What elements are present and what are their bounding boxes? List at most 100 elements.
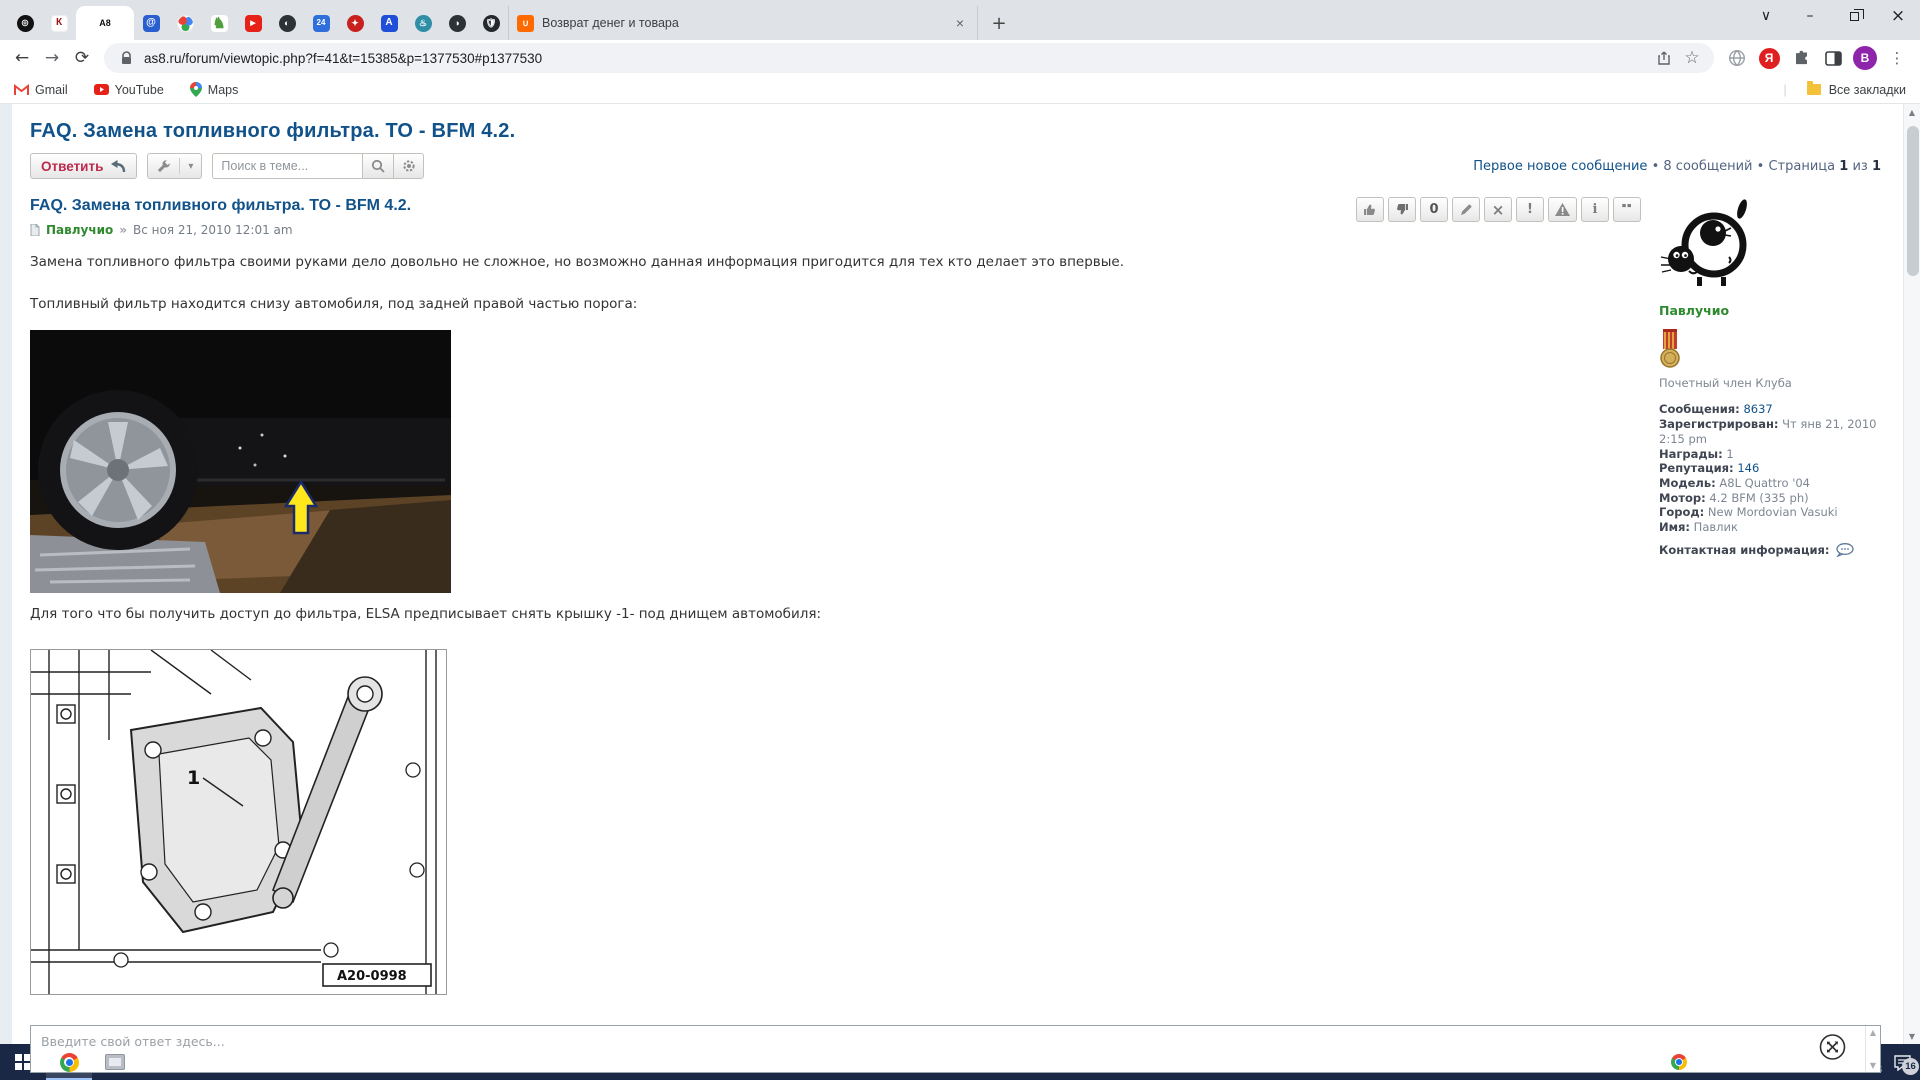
scrollbar-up-arrow[interactable]: ▲ bbox=[1904, 104, 1920, 120]
pinned-tab-globe-1[interactable]: ◐ bbox=[270, 6, 304, 40]
red-logo-icon: К bbox=[51, 15, 68, 32]
bookmark-youtube[interactable]: YouTube bbox=[94, 83, 164, 97]
post-info-button[interactable]: i bbox=[1581, 197, 1609, 222]
all-bookmarks[interactable]: | Все закладки bbox=[1783, 83, 1906, 97]
contact-info-row: Контактная информация: bbox=[1659, 543, 1887, 558]
pinned-tab-as8-active[interactable]: A8 bbox=[76, 6, 134, 40]
page-icon bbox=[30, 224, 40, 236]
globe-icon: ◐ bbox=[279, 15, 296, 32]
pinned-tab-teal-pot[interactable]: ♨ bbox=[406, 6, 440, 40]
bookmark-maps[interactable]: Maps bbox=[190, 82, 239, 97]
page-scrollbar[interactable]: ▲ ▼ bbox=[1903, 104, 1920, 1044]
report-post-button[interactable]: ! bbox=[1516, 197, 1544, 222]
pinned-tab-dartboard[interactable]: ◎ bbox=[8, 6, 42, 40]
letter-a-icon: A bbox=[381, 15, 398, 32]
pinned-tab-a[interactable]: A bbox=[372, 6, 406, 40]
kebab-menu-icon[interactable]: ⋮ bbox=[1884, 45, 1910, 71]
profile-fields: Сообщения: 8637 Зарегистрирован: Чт янв … bbox=[1659, 402, 1887, 534]
chrome-icon bbox=[60, 1053, 79, 1072]
restore-button[interactable] bbox=[1832, 0, 1876, 32]
tab-return-goods[interactable]: ∪ Возврат денег и товара × bbox=[508, 6, 978, 40]
posts-count-link[interactable]: 8637 bbox=[1743, 402, 1772, 416]
page-title: FAQ. Замена топливного фильтра. ТО - BFM… bbox=[30, 120, 1887, 143]
profile-field: Имя: Павлик bbox=[1659, 520, 1887, 535]
topic-tools-button[interactable]: ▾ bbox=[147, 153, 202, 179]
like-button[interactable] bbox=[1356, 197, 1384, 222]
info-icon: i bbox=[1593, 202, 1598, 217]
profile-avatar[interactable]: B bbox=[1852, 45, 1878, 71]
calendar-24-icon: 24 bbox=[313, 15, 330, 32]
search-settings-button[interactable] bbox=[393, 153, 424, 179]
reply-button[interactable]: Ответить bbox=[30, 153, 137, 179]
delete-post-button[interactable]: × bbox=[1484, 197, 1512, 222]
share-icon[interactable] bbox=[1654, 48, 1674, 68]
minimize-button[interactable]: – bbox=[1788, 0, 1832, 32]
pinned-tab-shield[interactable]: 🛡 bbox=[474, 6, 508, 40]
chat-bubble-icon[interactable] bbox=[1836, 543, 1854, 557]
warn-user-button[interactable] bbox=[1548, 197, 1577, 222]
page-margin-strip bbox=[0, 104, 12, 1044]
edit-post-button[interactable] bbox=[1452, 197, 1480, 222]
expand-editor-button[interactable] bbox=[1819, 1033, 1846, 1064]
quick-reply-input[interactable] bbox=[31, 1026, 1865, 1072]
scroll-down-icon[interactable]: ▼ bbox=[1870, 1061, 1876, 1070]
pinned-tab-chess[interactable]: ♞ bbox=[202, 6, 236, 40]
extensions-puzzle-icon[interactable] bbox=[1788, 45, 1814, 71]
notification-count-badge: 16 bbox=[1902, 1058, 1919, 1075]
close-button[interactable]: × bbox=[1876, 0, 1920, 32]
pinned-tab-youtube[interactable]: ▶ bbox=[236, 6, 270, 40]
pinned-tab-red-logo[interactable]: К bbox=[42, 6, 76, 40]
like-counter: 0 bbox=[1420, 197, 1448, 222]
avatar[interactable] bbox=[1659, 197, 1759, 295]
photo-car-sill bbox=[30, 330, 451, 593]
pinned-tab-24[interactable]: 24 bbox=[304, 6, 338, 40]
profile-username[interactable]: Павлучио bbox=[1659, 303, 1887, 319]
new-tab-button[interactable]: + bbox=[984, 8, 1014, 38]
scrollbar-down-arrow[interactable]: ▼ bbox=[1904, 1028, 1920, 1044]
forward-button[interactable]: → bbox=[38, 44, 66, 72]
notification-center[interactable]: 16 bbox=[1893, 1054, 1912, 1071]
forum-page: FAQ. Замена топливного фильтра. ТО - BFM… bbox=[0, 104, 1920, 1044]
tab-title: Возврат денег и товара bbox=[542, 16, 943, 30]
reputation-link[interactable]: 146 bbox=[1737, 461, 1759, 475]
back-button[interactable]: ← bbox=[8, 44, 36, 72]
profile-rank: Почетный член Клуба bbox=[1659, 376, 1887, 391]
quote-button[interactable]: “ bbox=[1613, 197, 1641, 222]
youtube-icon: ▶ bbox=[245, 15, 262, 32]
dislike-button[interactable] bbox=[1388, 197, 1416, 222]
scroll-up-icon[interactable]: ▲ bbox=[1870, 1028, 1876, 1037]
tab-close-icon[interactable]: × bbox=[951, 14, 969, 32]
topic-search-input[interactable] bbox=[212, 153, 362, 179]
pinned-tab-mail[interactable]: @ bbox=[134, 6, 168, 40]
pinned-tab-red-star[interactable]: ✦ bbox=[338, 6, 372, 40]
profile-field: Репутация: 146 bbox=[1659, 461, 1887, 476]
bookmark-gmail[interactable]: Gmail bbox=[14, 83, 68, 97]
windows-logo-icon bbox=[15, 1054, 31, 1070]
tab-search-button[interactable]: ∨ bbox=[1744, 0, 1788, 32]
sidebar-panel-icon[interactable] bbox=[1820, 45, 1846, 71]
profile-field: Зарегистрирован: Чт янв 21, 2010 2:15 pm bbox=[1659, 417, 1887, 446]
search-submit-button[interactable] bbox=[362, 153, 393, 179]
pinned-tab-google-service[interactable] bbox=[168, 6, 202, 40]
first-new-post-link[interactable]: Первое новое сообщение bbox=[1473, 159, 1647, 174]
scrollbar-thumb[interactable] bbox=[1907, 126, 1919, 276]
address-bar[interactable]: as8.ru/forum/viewtopic.php?f=41&t=15385&… bbox=[104, 43, 1714, 73]
pinned-tab-globe-2[interactable]: ◑ bbox=[440, 6, 474, 40]
globe-icon: ◑ bbox=[449, 15, 466, 32]
post-main: 0 × ! i “ FAQ. Замена топливного фильтра… bbox=[24, 191, 1659, 1007]
post-author-profile: Павлучио Почетный член Клуба Сообщения: … bbox=[1659, 191, 1887, 1007]
topic-search bbox=[212, 153, 424, 179]
red-star-icon: ✦ bbox=[347, 15, 364, 32]
reload-button[interactable]: ⟳ bbox=[68, 44, 96, 72]
restore-icon bbox=[1850, 12, 1859, 21]
translate-globe-icon[interactable] bbox=[1724, 45, 1750, 71]
bookmark-star-icon[interactable]: ☆ bbox=[1682, 48, 1702, 68]
pot-icon: ♨ bbox=[415, 15, 432, 32]
textarea-scrollbar[interactable]: ▲ ▼ bbox=[1865, 1026, 1880, 1072]
gear-icon bbox=[402, 159, 416, 173]
url-text[interactable]: as8.ru/forum/viewtopic.php?f=41&t=15385&… bbox=[144, 51, 1646, 66]
post-author-link[interactable]: Павлучио bbox=[46, 223, 113, 237]
quick-reply-box: ▲ ▼ bbox=[30, 1025, 1881, 1073]
yandex-extension-icon[interactable]: Я bbox=[1756, 45, 1782, 71]
dartboard-icon: ◎ bbox=[17, 15, 34, 32]
